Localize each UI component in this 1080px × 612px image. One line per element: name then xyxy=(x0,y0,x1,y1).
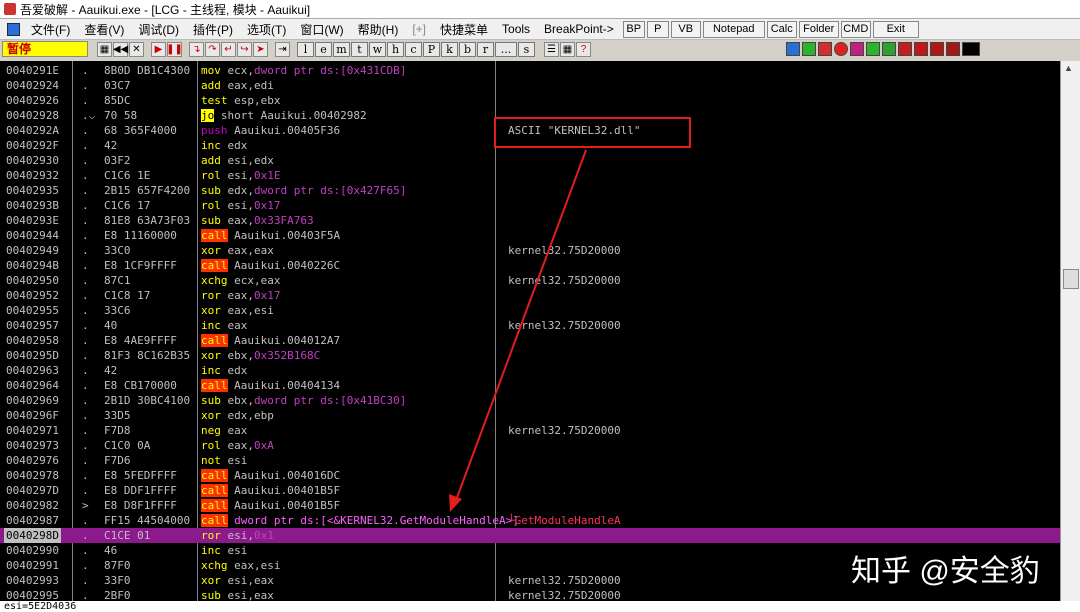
watermark: 知乎 @安全豹 xyxy=(851,555,1040,588)
annotation-arrow xyxy=(449,149,587,512)
